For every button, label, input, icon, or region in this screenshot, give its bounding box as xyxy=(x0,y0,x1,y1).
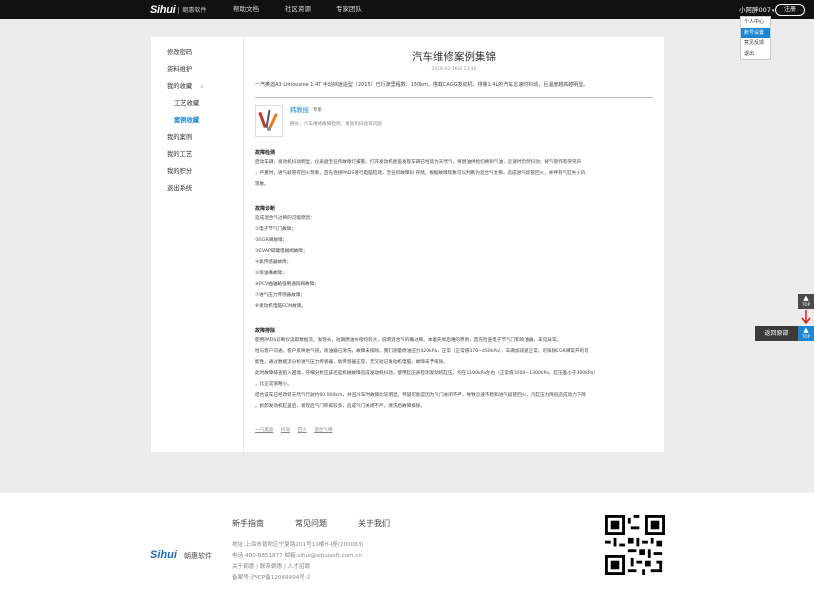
arrow-up-icon: ▲ xyxy=(803,294,809,302)
article-panel: 汽车维修案例集锦 2016-02-16日 13:46 一汽奥迪A3 Limous… xyxy=(244,37,664,452)
logo-text: Sihui xyxy=(150,4,176,16)
tools-icon xyxy=(258,109,278,131)
back-to-top-button[interactable]: ▲ TOP xyxy=(798,326,814,341)
top-bar: Sihui 朝惠软件 帮助文档 社区资源 专家团队 小阿胖007▾ 注册 xyxy=(0,0,814,19)
footer: 新手指南 常见问题 关于我们 Sihui 朝惠软件 地址:上海市普陀区宁夏路20… xyxy=(0,493,814,600)
expert-skill: 擅长：汽车维修故障检修，发动机抖动等问题 xyxy=(290,122,382,127)
dropdown-item-feedback[interactable]: 意见反馈 xyxy=(741,38,770,49)
list-item: ⑤喷油嘴故障； xyxy=(255,271,287,276)
user-dropdown: 个人中心 账号设置 意见反馈 退出 xyxy=(740,16,771,60)
list-item: ①电子节气门故障； xyxy=(255,227,296,232)
list-item: ⑥PCV曲轴箱强制通风阀故障； xyxy=(255,282,319,287)
dropdown-item-account-settings[interactable]: 账号设置 xyxy=(741,27,770,38)
paragraph-line: 能性，通过数据流分析进气压力传感器，氧传感器正常，无叉短记发动机电脑，故障未予排… xyxy=(255,360,448,365)
paragraph-line: 启动车辆，发动机抖动明显，仪表盘无任何故障灯报警。打开发动机舱盖发现车辆已经装为… xyxy=(255,160,582,165)
red-arrow-down-icon xyxy=(801,310,811,325)
arrow-up-icon: ▲ xyxy=(803,326,809,334)
nav-community[interactable]: 社区资源 xyxy=(285,0,311,19)
paragraph-line: 现象。 xyxy=(255,182,269,187)
section-title-diagnosis: 故障诊断 xyxy=(255,206,276,212)
sidebar-item-case-favorites[interactable]: 案例收藏 xyxy=(174,115,199,124)
register-button[interactable]: 注册 xyxy=(775,4,805,16)
user-name: 小阿胖007 xyxy=(739,6,771,14)
sidebar-item-logout[interactable]: 退出系统 xyxy=(167,183,192,192)
footer-link-about[interactable]: 关于我们 xyxy=(358,518,390,529)
divider xyxy=(255,97,653,98)
sidebar: 修改密码 资料维护 我的收藏 ∨ 工艺收藏 案例收藏 我的案例 我的工艺 我的积… xyxy=(151,37,243,452)
footer-logo-text: Sihui xyxy=(150,549,177,561)
nav-help-docs[interactable]: 帮助文档 xyxy=(233,0,259,19)
section-title-repair: 故障排除 xyxy=(255,328,276,334)
top-label: TOP xyxy=(801,334,810,339)
chevron-down-icon: ∨ xyxy=(200,84,204,90)
footer-contact: 电话:400-8851877 邮箱:sihui@sihuisoft.com.cn xyxy=(232,553,362,559)
logo-subtitle: 朝惠软件 xyxy=(178,6,206,14)
sidebar-item-favorites[interactable]: 我的收藏 ∨ xyxy=(167,81,204,90)
sidebar-item-my-points[interactable]: 我的积分 xyxy=(167,166,192,175)
paragraph-line: 。拆卸发动机缸盖后，发现后气门积碳较多，造成气门关闭不严。清洗后故障排除。 xyxy=(255,404,425,409)
paragraph-line: 结合该车已经改装天然气行驶约60,000km，并且冷车时故障比较明显，怀疑可能是… xyxy=(255,393,586,398)
tag-link[interactable]: 混合气稀 xyxy=(314,428,332,433)
article-tags: 一汽奥迪 抖动 回火 混合气稀 xyxy=(255,427,339,433)
section-title-detection: 故障检测 xyxy=(255,150,276,156)
paragraph-line: 经与客户沟通，客户反映进气道，喷油器已清洗，故障未排除。我们测量燃油压力420k… xyxy=(255,349,589,354)
paragraph-line: ，比正常值略小。 xyxy=(255,382,292,387)
footer-link-faq[interactable]: 常见问题 xyxy=(295,518,327,529)
list-item: ②EGR阀故障； xyxy=(255,238,288,243)
qr-code-icon xyxy=(605,515,665,575)
footer-address: 地址:上海市普陀区宁夏路201号13楼H-I座(200063) xyxy=(232,542,364,548)
sidebar-item-my-cases[interactable]: 我的案例 xyxy=(167,132,192,141)
expert-avatar xyxy=(255,105,283,137)
footer-logo-cn: 朝惠软件 xyxy=(183,552,212,560)
tag-link[interactable]: 抖动 xyxy=(281,428,290,433)
expert-role: 专家 xyxy=(313,108,322,113)
sidebar-item-craft-favorites[interactable]: 工艺收藏 xyxy=(174,98,199,107)
sidebar-item-my-crafts[interactable]: 我的工艺 xyxy=(167,149,192,158)
list-item: ⑦进气压力传感器故障； xyxy=(255,293,306,298)
list-item: ④氧传感器故障； xyxy=(255,260,292,265)
back-to-original-button[interactable]: 返回原部 xyxy=(755,326,798,341)
page-title: 汽车维修案例集锦 xyxy=(412,51,496,63)
expert-name[interactable]: 韩教授 xyxy=(290,105,309,114)
sidebar-item-profile[interactable]: 资料维护 xyxy=(167,64,192,73)
list-item: ⑧发动机电脑ECM故障。 xyxy=(255,304,306,309)
footer-logo: Sihui 朝惠软件 xyxy=(150,543,212,562)
dropdown-item-logout[interactable]: 退出 xyxy=(741,49,770,60)
user-menu[interactable]: 小阿胖007▾ xyxy=(739,4,774,14)
footer-icp: 备案号:沪ICP备12049494号-2 xyxy=(232,575,311,581)
paragraph-line: 使用PADS诊断仪读取数据流，发现长，短期燃油补偿均较大，说明混合气的确过稀。本… xyxy=(255,338,562,343)
header-logo[interactable]: Sihui 朝惠软件 xyxy=(150,3,206,17)
list-item: ③EVAP碳罐电磁阀故障； xyxy=(255,249,308,254)
tag-link[interactable]: 回火 xyxy=(298,428,307,433)
nav-experts[interactable]: 专家团队 xyxy=(336,0,362,19)
paragraph-line: ，严重时，进气岐管有回火现象，首先连接PADS进行电脑检测，无任何故障码 存储，… xyxy=(255,171,586,176)
dropdown-item-profile[interactable]: 个人中心 xyxy=(741,17,770,28)
sidebar-item-label: 我的收藏 xyxy=(167,83,193,90)
tag-link[interactable]: 一汽奥迪 xyxy=(255,428,273,433)
back-to-top-button-dark[interactable]: ▲ TOP xyxy=(798,294,814,309)
sidebar-item-change-password[interactable]: 修改密码 xyxy=(167,47,192,56)
article-date: 2016-02-16日 13:46 xyxy=(431,67,477,72)
article-intro: 一汽奥迪A3 Limousine 1.4T 手动挡逍遥型（2015）已行驶里程数… xyxy=(255,82,589,88)
footer-link-guide[interactable]: 新手指南 xyxy=(232,518,264,529)
paragraph-line: 造成混合气过稀的可能原因： xyxy=(255,216,315,221)
footer-about-links[interactable]: 关于朝惠 | 联系朝惠 | 人才招聘 xyxy=(232,562,310,570)
paragraph-line: 此时故障排查陷入困境，仔细分析应该还是机械故障造成发动机抖动，使用缸压表检测发动… xyxy=(255,371,598,376)
top-label: TOP xyxy=(801,302,810,307)
